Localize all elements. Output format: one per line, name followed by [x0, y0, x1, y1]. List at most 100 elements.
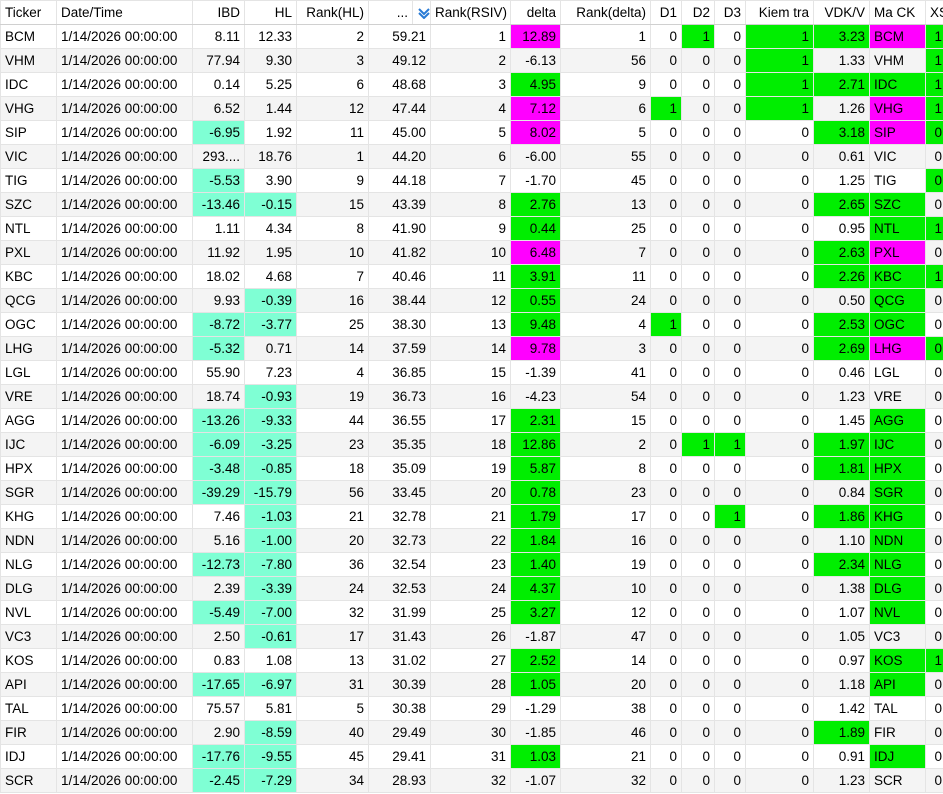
- cell-rank-delta[interactable]: 1: [560, 24, 651, 49]
- cell-vdk-v[interactable]: 2.26: [813, 264, 870, 289]
- cell-ma-ck[interactable]: KOS: [869, 648, 926, 673]
- cell-vdk-v[interactable]: 0.91: [813, 744, 870, 769]
- cell-rank-hl[interactable]: 8: [296, 216, 369, 241]
- cell-rank-delta[interactable]: 23: [560, 480, 651, 505]
- cell-d3[interactable]: 0: [714, 408, 746, 433]
- table-row[interactable]: QCG 1/14/2026 00:00:00 9.93 -0.39 16 38.44 12 0…: [0, 288, 943, 313]
- cell-d2[interactable]: 0: [681, 360, 715, 385]
- cell-ticker[interactable]: VC3: [0, 624, 57, 649]
- cell-datetime[interactable]: 1/14/2026 00:00:00: [56, 768, 193, 793]
- cell-ma-ck[interactable]: NVL: [869, 600, 926, 625]
- cell-hl[interactable]: 9.30: [244, 48, 297, 73]
- cell-d1[interactable]: 0: [650, 360, 682, 385]
- cell-xs[interactable]: 0: [925, 168, 943, 193]
- table-row[interactable]: VRE 1/14/2026 00:00:00 18.74 -0.93 19 36.73 16…: [0, 384, 943, 409]
- cell-rank-delta[interactable]: 19: [560, 552, 651, 577]
- cell-ibd[interactable]: 55.90: [192, 360, 245, 385]
- cell-rank-delta[interactable]: 38: [560, 696, 651, 721]
- cell-vdk-v[interactable]: 1.45: [813, 408, 870, 433]
- cell-dots[interactable]: 30.39: [368, 672, 431, 697]
- cell-datetime[interactable]: 1/14/2026 00:00:00: [56, 192, 193, 217]
- cell-ma-ck[interactable]: VIC: [869, 144, 926, 169]
- cell-ticker[interactable]: QCG: [0, 288, 57, 313]
- cell-datetime[interactable]: 1/14/2026 00:00:00: [56, 24, 193, 49]
- cell-rank-rsiv[interactable]: 11: [430, 264, 511, 289]
- cell-datetime[interactable]: 1/14/2026 00:00:00: [56, 336, 193, 361]
- cell-ticker[interactable]: SZC: [0, 192, 57, 217]
- cell-kiem-tra[interactable]: 0: [745, 288, 814, 313]
- cell-d3[interactable]: 0: [714, 648, 746, 673]
- cell-kiem-tra[interactable]: 1: [745, 24, 814, 49]
- cell-ticker[interactable]: SGR: [0, 480, 57, 505]
- cell-ma-ck[interactable]: VHG: [869, 96, 926, 121]
- cell-ticker[interactable]: KOS: [0, 648, 57, 673]
- cell-ticker[interactable]: TAL: [0, 696, 57, 721]
- column-header-xs[interactable]: XS: [925, 0, 943, 25]
- cell-ma-ck[interactable]: LHG: [869, 336, 926, 361]
- cell-xs[interactable]: 0: [925, 720, 943, 745]
- cell-datetime[interactable]: 1/14/2026 00:00:00: [56, 648, 193, 673]
- cell-ticker[interactable]: OGC: [0, 312, 57, 337]
- cell-delta[interactable]: 7.12: [510, 96, 561, 121]
- cell-rank-hl[interactable]: 32: [296, 600, 369, 625]
- cell-delta[interactable]: -1.29: [510, 696, 561, 721]
- cell-xs[interactable]: 0: [925, 480, 943, 505]
- table-row[interactable]: BCM 1/14/2026 00:00:00 8.11 12.33 2 59.21 1 12.…: [0, 24, 943, 49]
- cell-vdk-v[interactable]: 0.97: [813, 648, 870, 673]
- table-row[interactable]: KOS 1/14/2026 00:00:00 0.83 1.08 13 31.02 27 2.…: [0, 648, 943, 673]
- cell-rank-rsiv[interactable]: 10: [430, 240, 511, 265]
- cell-ibd[interactable]: 2.39: [192, 576, 245, 601]
- cell-dots[interactable]: 28.93: [368, 768, 431, 793]
- cell-kiem-tra[interactable]: 0: [745, 216, 814, 241]
- cell-datetime[interactable]: 1/14/2026 00:00:00: [56, 168, 193, 193]
- cell-vdk-v[interactable]: 2.63: [813, 240, 870, 265]
- cell-d3[interactable]: 0: [714, 216, 746, 241]
- cell-rank-hl[interactable]: 7: [296, 264, 369, 289]
- cell-ibd[interactable]: -5.53: [192, 168, 245, 193]
- column-header-kiem-tra[interactable]: Kiem tra: [745, 0, 814, 25]
- cell-d2[interactable]: 0: [681, 576, 715, 601]
- cell-rank-delta[interactable]: 12: [560, 600, 651, 625]
- cell-ibd[interactable]: 5.16: [192, 528, 245, 553]
- cell-delta[interactable]: 9.78: [510, 336, 561, 361]
- cell-ma-ck[interactable]: SIP: [869, 120, 926, 145]
- cell-kiem-tra[interactable]: 0: [745, 264, 814, 289]
- cell-d3[interactable]: 0: [714, 768, 746, 793]
- table-row[interactable]: SGR 1/14/2026 00:00:00 -39.29 -15.79 56 33.45…: [0, 480, 943, 505]
- cell-ma-ck[interactable]: API: [869, 672, 926, 697]
- cell-delta[interactable]: 5.87: [510, 456, 561, 481]
- cell-rank-rsiv[interactable]: 32: [430, 768, 511, 793]
- cell-xs[interactable]: 0: [925, 288, 943, 313]
- cell-vdk-v[interactable]: 1.18: [813, 672, 870, 697]
- cell-ticker[interactable]: NTL: [0, 216, 57, 241]
- cell-d1[interactable]: 0: [650, 48, 682, 73]
- cell-ticker[interactable]: NVL: [0, 600, 57, 625]
- cell-kiem-tra[interactable]: 0: [745, 192, 814, 217]
- cell-rank-hl[interactable]: 18: [296, 456, 369, 481]
- cell-ticker[interactable]: VRE: [0, 384, 57, 409]
- cell-dots[interactable]: 31.43: [368, 624, 431, 649]
- cell-rank-rsiv[interactable]: 15: [430, 360, 511, 385]
- cell-kiem-tra[interactable]: 0: [745, 168, 814, 193]
- cell-rank-delta[interactable]: 47: [560, 624, 651, 649]
- cell-kiem-tra[interactable]: 0: [745, 624, 814, 649]
- cell-ma-ck[interactable]: FIR: [869, 720, 926, 745]
- cell-rank-hl[interactable]: 15: [296, 192, 369, 217]
- cell-ma-ck[interactable]: AGG: [869, 408, 926, 433]
- cell-dots[interactable]: 36.55: [368, 408, 431, 433]
- cell-hl[interactable]: -0.93: [244, 384, 297, 409]
- cell-d1[interactable]: 0: [650, 264, 682, 289]
- cell-vdk-v[interactable]: 1.89: [813, 720, 870, 745]
- cell-rank-rsiv[interactable]: 23: [430, 552, 511, 577]
- cell-rank-delta[interactable]: 6: [560, 96, 651, 121]
- cell-rank-delta[interactable]: 17: [560, 504, 651, 529]
- cell-ma-ck[interactable]: NDN: [869, 528, 926, 553]
- cell-xs[interactable]: 0: [925, 456, 943, 481]
- cell-rank-rsiv[interactable]: 3: [430, 72, 511, 97]
- cell-d2[interactable]: 0: [681, 672, 715, 697]
- cell-vdk-v[interactable]: 1.23: [813, 384, 870, 409]
- cell-xs[interactable]: 0: [925, 672, 943, 697]
- cell-vdk-v[interactable]: 1.81: [813, 456, 870, 481]
- cell-dots[interactable]: 32.54: [368, 552, 431, 577]
- cell-hl[interactable]: -1.03: [244, 504, 297, 529]
